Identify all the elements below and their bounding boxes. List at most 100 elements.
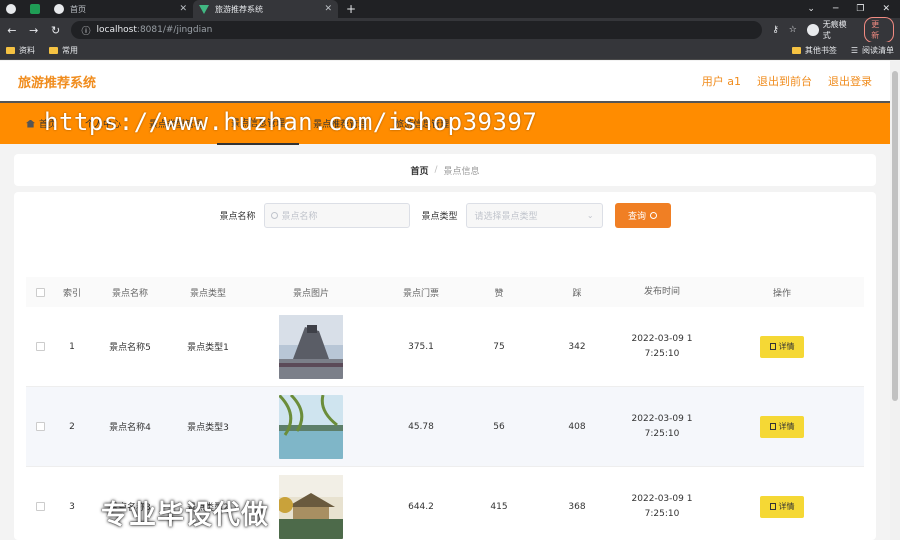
home-icon [26,119,35,128]
breadcrumb: 首页 / 景点信息 [14,154,876,186]
forward-icon[interactable]: → [28,24,40,37]
menu-label: 首页 [39,120,58,130]
chevron-down-icon: ⌄ [586,210,594,220]
url-path: :8081/#/jingdian [136,25,213,35]
cell-time: 2022-03-09 1 7:25:10 [622,492,702,522]
user-link[interactable]: 用户 a1 [702,73,741,89]
browser-tab-1[interactable] [24,0,48,18]
detail-button[interactable]: 详情 [760,415,804,438]
query-button[interactable]: 查询 [614,202,671,228]
menu-spot-info[interactable]: 景点信息管理 [217,102,300,145]
close-window-icon[interactable]: ✕ [882,4,890,14]
cell-like: 56 [493,421,505,432]
cell-dislike: 368 [568,501,586,512]
header-cell: 操作 [772,288,791,299]
star-icon[interactable]: ☆ [789,25,797,35]
row-checkbox[interactable] [35,422,45,431]
document-icon [769,503,776,510]
info-icon[interactable]: ⓘ [81,24,90,37]
tab-label: 旅游推荐系统 [215,4,263,14]
detail-button[interactable]: 详情 [760,335,804,358]
address-bar[interactable]: ⓘ localhost:8081/#/jingdian [71,21,763,39]
spot-image [279,394,343,459]
cell-dislike: 342 [568,341,586,352]
time-line: 7:25:10 [644,348,680,359]
menu-label: 景点信息管理 [231,119,286,129]
time-line: 2022-03-09 1 [631,413,693,424]
key-icon[interactable]: ⚷ [772,25,779,35]
cell-price: 375.1 [408,341,434,352]
header-cell: 索引 [62,288,81,299]
browser-toolbar: ← → ↻ ⓘ localhost:8081/#/jingdian ⚷ ☆ 无痕… [0,17,900,43]
breadcrumb-current: 景点信息 [443,166,480,177]
row-checkbox[interactable] [35,502,45,511]
folder-icon [791,47,801,54]
back-to-front-link[interactable]: 退出到前台 [757,73,812,89]
table-row: 3 景点名称3 景点类型2 644.2 415 368 2022-03-09 1… [26,467,864,540]
header-cell: 发布时间 [643,286,680,297]
search-icon [270,211,278,219]
vue-icon [199,4,209,14]
browser-tab-active[interactable]: 旅游推荐系统 ✕ [193,0,338,18]
browser-tab-home[interactable]: 首页 ✕ [48,0,193,18]
menu-spot-recommend[interactable]: 景点推荐管理 [299,102,381,145]
reading-list[interactable]: ☰ 阅读清单 [851,45,894,56]
restore-icon[interactable]: ❐ [856,4,864,14]
cell-index: 2 [69,421,75,432]
detail-label: 详情 [778,502,795,511]
menu-travel-info[interactable]: 旅游信息管理 [381,102,463,145]
reload-icon[interactable]: ↻ [50,24,62,37]
brand-title: 旅游推荐系统 [18,75,97,91]
time-line: 2022-03-09 1 [631,333,693,344]
spot-table-body: 索引 景点名称 景点类型 景点图片 景点门票 赞 踩 发布时间 操作 1 景点名… [26,277,864,540]
other-bookmarks[interactable]: 其他书签 [791,45,837,56]
menu-spot-type[interactable]: 景点类型管理 [135,102,217,145]
bookmark-folder[interactable]: 资料 [6,45,35,56]
cell-price: 644.2 [408,501,434,512]
table-header: 索引 景点名称 景点类型 景点图片 景点门票 赞 踩 发布时间 操作 [26,277,864,307]
back-icon[interactable]: ← [6,24,18,37]
cell-name: 景点名称5 [109,343,151,353]
browser-tab-0[interactable] [0,0,24,18]
table-row: 2 景点名称4 景点类型3 45.78 56 408 2022-03-09 1 7… [26,387,864,467]
logout-link[interactable]: 退出登录 [828,73,872,89]
app-header: 旅游推荐系统 用户 a1 退出到前台 退出登录 [0,61,890,101]
header-cell: 景点图片 [292,288,329,299]
globe-icon [54,4,64,14]
main-menu: 首页 个人中心 景点类型管理 景点信息管理 景点推荐管理 旅游信息管理 [0,101,890,145]
spot-name-input[interactable]: 景点名称 [263,202,410,228]
bookmark-label: 其他书签 [804,46,837,55]
menu-personal-center[interactable]: 个人中心 [71,102,135,145]
cell-like: 415 [490,501,508,512]
checkbox[interactable] [35,287,45,297]
cell-index: 3 [69,501,75,512]
chevron-down-icon[interactable]: ⌄ [807,4,815,14]
new-tab-button[interactable]: + [338,0,364,18]
cell-name: 景点名称4 [109,423,151,433]
app-icon [30,4,40,14]
header-select-all[interactable] [26,287,54,297]
folder-icon [6,47,15,54]
cell-index: 1 [69,341,75,352]
search-form: 景点名称 景点名称 景点类型 请选择景点类型 ⌄ 查询 [14,202,876,228]
breadcrumb-home[interactable]: 首页 [410,164,428,177]
row-checkbox[interactable] [35,342,45,351]
cell-time: 2022-03-09 1 7:25:10 [622,332,702,362]
menu-home[interactable]: 首页 [12,102,71,145]
minimize-icon[interactable]: ─ [833,4,838,14]
url-host: localhost [96,25,137,35]
detail-button[interactable]: 详情 [760,495,804,518]
browser-tab-bar: 首页 ✕ 旅游推荐系统 ✕ + ⌄ ─ ❐ ✕ [0,0,900,18]
breadcrumb-separator: / [434,165,438,175]
page-scrollbar[interactable] [890,61,900,540]
update-button[interactable]: 更新 [864,17,894,43]
menu-label: 个人中心 [85,120,122,130]
search-icon [650,211,658,219]
spot-type-select[interactable]: 请选择景点类型 ⌄ [465,202,603,228]
scrollbar-thumb[interactable] [892,71,898,401]
close-icon[interactable]: ✕ [324,4,332,14]
cell-name: 景点名称3 [109,503,151,513]
bookmark-folder[interactable]: 常用 [49,45,78,56]
close-icon[interactable]: ✕ [179,4,187,14]
header-cell: 赞 [494,288,504,299]
